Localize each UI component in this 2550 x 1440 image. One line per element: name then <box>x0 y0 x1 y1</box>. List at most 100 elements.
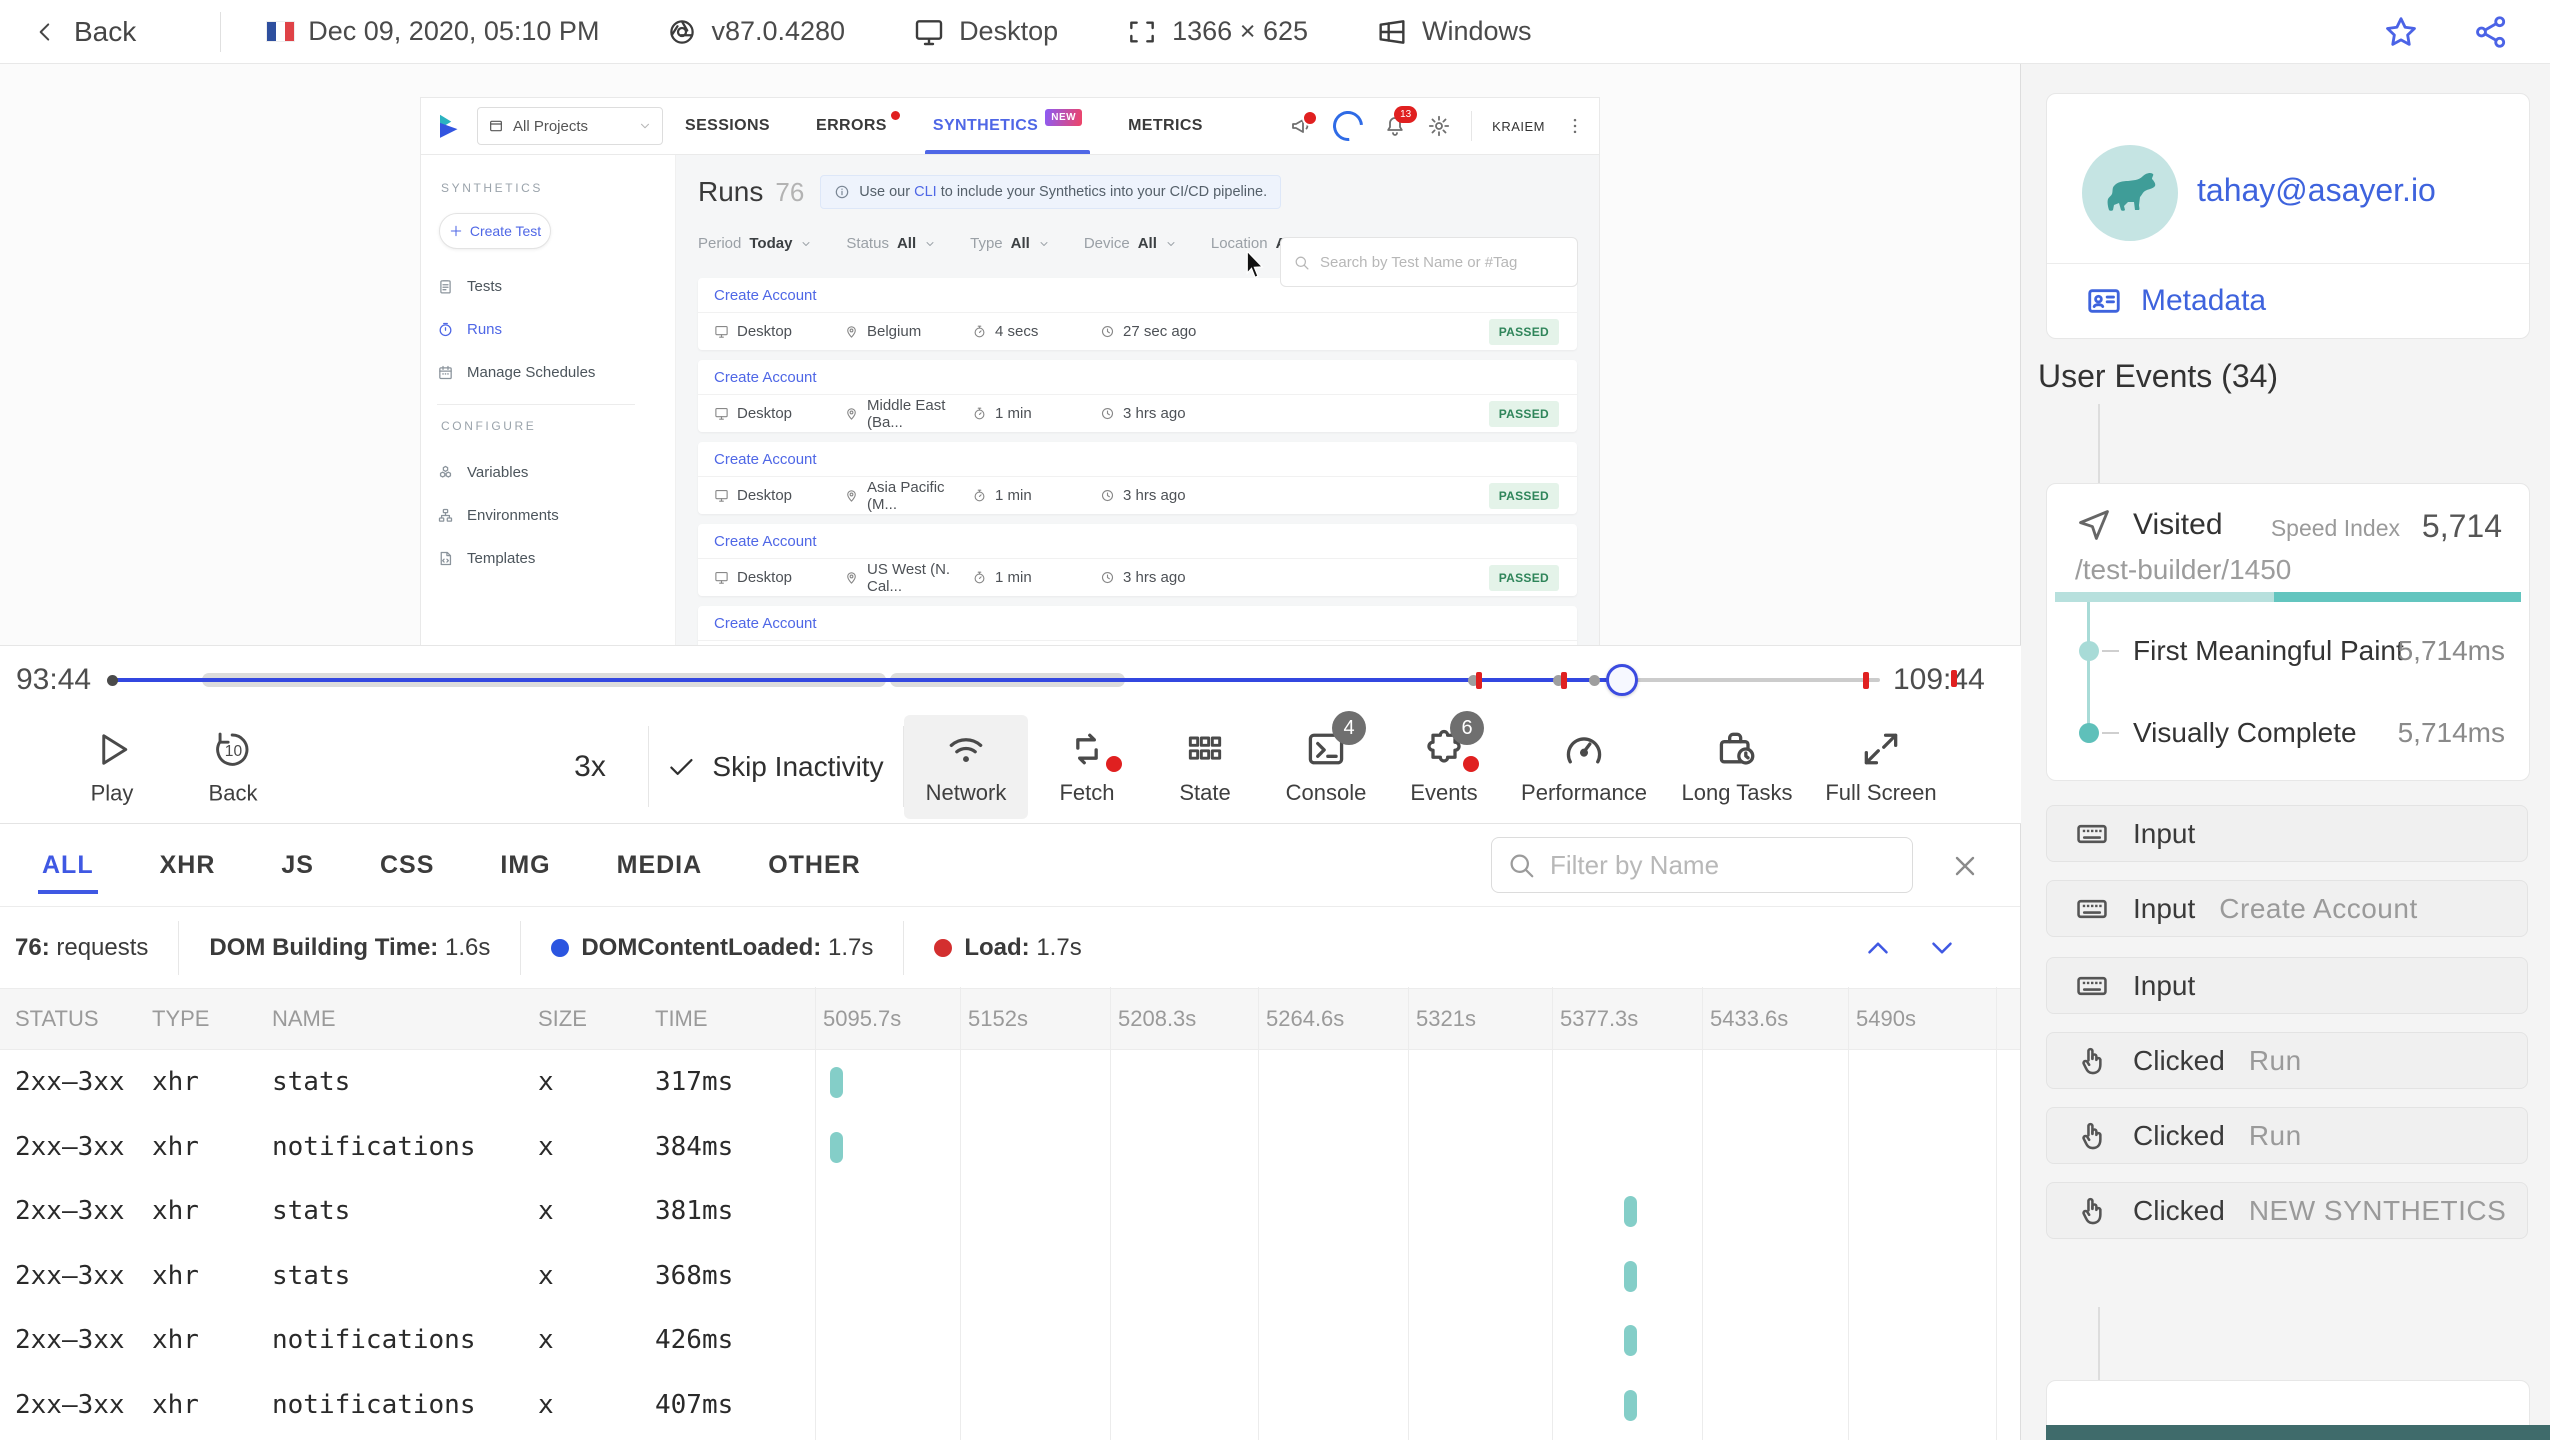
click-event-card[interactable]: Clicked NEW SYNTHETICS <box>2046 1182 2528 1239</box>
visually-complete-value: 5,714ms <box>2397 717 2505 748</box>
close-icon[interactable] <box>1949 850 1981 882</box>
network-tab-xhr[interactable]: XHR <box>158 845 218 886</box>
events-button[interactable]: 6 Events <box>1382 711 1506 819</box>
run-card-detail: Desktop Middle East (Ba... 1 min 3 hrs ago P… <box>698 395 1577 432</box>
playhead[interactable] <box>1606 664 1638 696</box>
network-request-row[interactable]: 2xx–3xx xhr notifications x 407ms <box>0 1373 2021 1438</box>
waterfall-time-label: 5152s <box>968 1006 1028 1031</box>
metadata-button[interactable]: Metadata <box>2085 282 2266 320</box>
network-tab-all[interactable]: ALL <box>38 845 98 894</box>
state-button[interactable]: State <box>1143 715 1267 819</box>
full-screen-button[interactable]: Full Screen <box>1819 715 1943 819</box>
jump-previous-icon[interactable] <box>1861 931 1895 965</box>
replayed-app-header: All Projects SESSIONS ERRORS SYNTHETICS NEW… <box>421 98 1599 155</box>
search-icon <box>1293 254 1310 271</box>
waterfall-time-label: 5433.6s <box>1710 1006 1789 1031</box>
request-time: 407ms <box>655 1389 734 1420</box>
runs-list: Create Account Desktop Belgium 4 secs 27 sec… <box>698 278 1577 645</box>
plus-icon <box>449 224 463 238</box>
stat-: 76: requests <box>15 933 149 961</box>
clock-icon <box>1100 406 1115 421</box>
error-marker[interactable] <box>1476 672 1482 689</box>
request-size: x <box>538 1325 554 1356</box>
stat-dombuildingtime: DOM Building Time: 1.6s <box>178 920 520 975</box>
visited-event-card[interactable]: Visited Speed Index 5,714 /test-builder/… <box>2046 483 2530 781</box>
waterfall-time-label: 5377.3s <box>1560 1006 1639 1031</box>
run-location: Middle East (Ba... <box>844 397 972 431</box>
current-time: 93:44 <box>16 663 92 696</box>
keyboard-icon <box>2075 892 2109 926</box>
network-request-row[interactable]: 2xx–3xx xhr stats x 317ms <box>0 1050 2021 1115</box>
filter-box[interactable] <box>1491 837 1913 893</box>
stopwatch-icon <box>972 570 987 585</box>
network-button[interactable]: Network <box>904 714 1028 819</box>
click-event-card[interactable]: Clicked Run <box>2046 1107 2528 1164</box>
request-status: 2xx–3xx <box>15 1067 125 1098</box>
run-duration: 1 min <box>972 487 1100 504</box>
input-event-card[interactable]: Input <box>2046 805 2528 862</box>
click-event-card[interactable]: Clicked Run <box>2046 1032 2528 1089</box>
long-tasks-button[interactable]: Long Tasks <box>1675 715 1799 819</box>
fetch-button[interactable]: Fetch <box>1025 715 1149 819</box>
console-button[interactable]: 4 Console <box>1264 711 1388 819</box>
network-request-row[interactable]: 2xx–3xx xhr notifications x 384ms <box>0 1115 2021 1180</box>
input-event-card[interactable]: Input Create Account <box>2046 880 2528 937</box>
network-tab-js[interactable]: JS <box>279 845 316 886</box>
metrics-rail <box>2087 602 2090 733</box>
user-events-title: User Events (34) <box>2038 358 2279 394</box>
state-icon <box>1183 727 1227 771</box>
network-request-row[interactable]: 2xx–3xx xhr stats x 381ms <box>0 1179 2021 1244</box>
user-email[interactable]: tahay@asayer.io <box>2197 172 2436 209</box>
event-value: Create Account <box>2219 892 2418 924</box>
event-dot[interactable] <box>1589 675 1600 686</box>
input-event-card[interactable]: Input <box>2046 957 2528 1014</box>
waterfall-bar <box>830 1131 843 1163</box>
os-name: Windows <box>1422 16 1532 46</box>
waterfall-time-label: 5264.6s <box>1266 1006 1345 1031</box>
run-card-test-name: Create Account <box>698 360 1577 395</box>
back-button[interactable]: Back <box>32 16 136 48</box>
favorite-star-icon[interactable] <box>2382 13 2420 51</box>
performance-button[interactable]: Performance <box>1521 715 1647 819</box>
user-card: tahay@asayer.io Metadata <box>2046 93 2530 339</box>
gauge-icon <box>1562 727 1606 771</box>
network-tab-media[interactable]: MEDIA <box>615 845 705 886</box>
share-icon[interactable] <box>2472 13 2510 51</box>
monitor-icon <box>913 16 945 48</box>
network-request-row[interactable]: 2xx–3xx xhr stats x 368ms <box>0 1244 2021 1309</box>
play-button[interactable]: Play <box>90 727 134 806</box>
network-tab-other[interactable]: OTHER <box>766 845 863 886</box>
network-tab-css[interactable]: CSS <box>378 845 436 886</box>
network-request-row[interactable]: 2xx–3xx xhr notifications x 426ms <box>0 1308 2021 1373</box>
project-selector-value: All Projects <box>513 117 589 135</box>
wifi-icon <box>944 727 988 771</box>
run-card: Create Account Desktop Asia Pacific (M... 1… <box>698 442 1577 514</box>
sidebar-item-manage-schedules: Manage Schedules <box>437 351 675 394</box>
error-marker <box>1951 670 1957 687</box>
viewport-resolution: 1366 × 625 <box>1172 16 1309 46</box>
control-label: Network <box>925 780 1007 805</box>
pin-icon <box>844 324 859 339</box>
skip-inactivity-toggle[interactable]: Skip Inactivity <box>666 751 884 783</box>
clipboard-icon <box>437 278 454 295</box>
divider <box>220 11 222 52</box>
tree-icon <box>437 507 454 524</box>
jump-next-icon[interactable] <box>1925 931 1959 965</box>
column-header-time: TIME <box>655 1006 708 1031</box>
error-marker[interactable] <box>1561 672 1567 689</box>
request-type: xhr <box>152 1131 199 1162</box>
screen: Back Dec 09, 2020, 05:10 PM v87.0.4280 D… <box>0 0 2550 1440</box>
back-10s-button[interactable]: 10 Back <box>209 727 257 806</box>
back-label: Back <box>74 15 137 47</box>
run-location: Belgium <box>844 323 972 340</box>
network-tabs: ALL XHR JS CSS IMG MEDIA OTHER <box>0 824 2021 907</box>
network-tab-img[interactable]: IMG <box>498 845 552 886</box>
run-time-ago: 27 sec ago <box>1100 323 1196 340</box>
playback-speed[interactable]: 3x <box>574 750 606 784</box>
error-marker[interactable] <box>1863 672 1869 689</box>
bell-badge: 13 <box>1394 106 1418 123</box>
chevron-down-icon <box>924 238 936 250</box>
request-name: notifications <box>272 1131 476 1162</box>
filter-status: Status All <box>846 235 936 252</box>
filter-input[interactable] <box>1548 848 1898 882</box>
